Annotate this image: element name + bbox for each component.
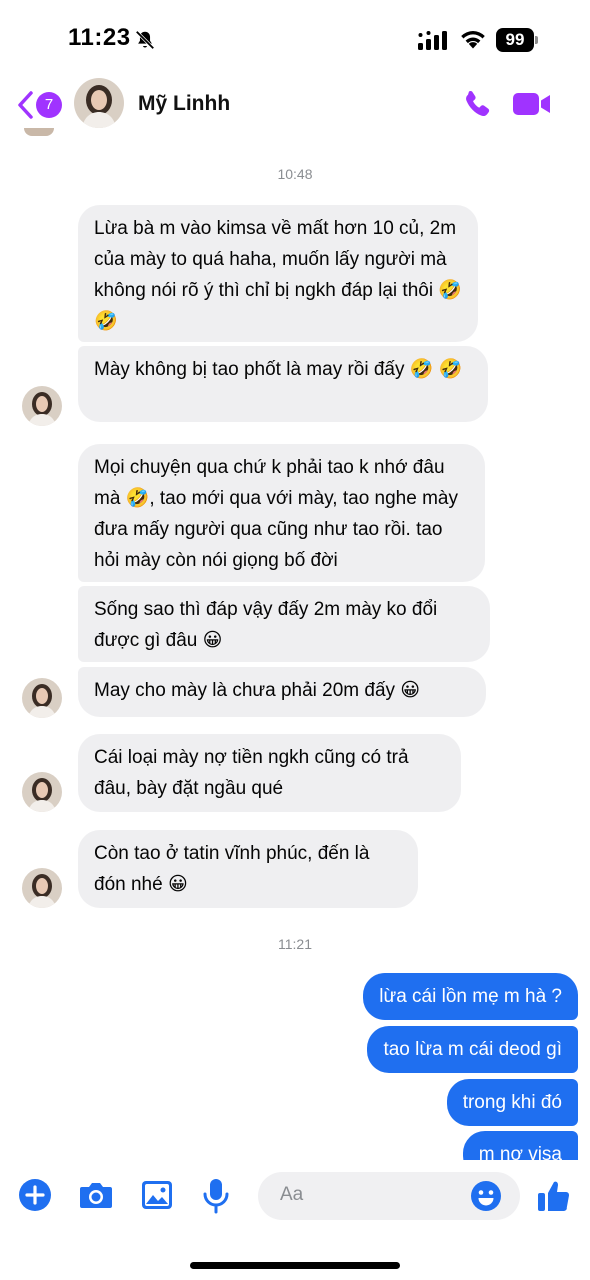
message-composer: Aa (0, 1160, 590, 1280)
signal-icon (418, 31, 447, 50)
bell-slash-icon (135, 30, 155, 50)
message-field[interactable]: Aa (258, 1172, 520, 1220)
phone-icon[interactable] (462, 88, 494, 120)
battery-cap (535, 36, 538, 44)
video-icon[interactable] (512, 90, 552, 118)
camera-icon[interactable] (78, 1178, 114, 1212)
previous-avatar-fragment (24, 128, 54, 136)
outgoing-message[interactable]: trong khi đó (446, 1079, 578, 1126)
sender-avatar[interactable] (22, 772, 62, 812)
sender-avatar[interactable] (22, 678, 62, 718)
incoming-message[interactable]: Sống sao thì đáp vậy đấy 2m mày ko đổi đ… (78, 586, 490, 662)
incoming-message[interactable]: Lừa bà m vào kimsa về mất hơn 10 củ, 2m … (78, 205, 478, 342)
message-input[interactable]: Aa (280, 1184, 303, 1206)
plus-icon[interactable] (18, 1178, 52, 1212)
incoming-message[interactable]: Mày không bị tao phốt là may rồi đấy 🤣 🤣 (78, 346, 488, 422)
battery-indicator: 99 (496, 28, 538, 52)
incoming-message[interactable]: Cái loại mày nợ tiền ngkh cũng có trả đâ… (78, 734, 461, 812)
contact-name[interactable]: Mỹ Linhh (138, 92, 230, 116)
incoming-message[interactable]: Còn tao ở tatin vĩnh phúc, đến là đón nh… (78, 830, 418, 908)
wifi-icon (461, 31, 485, 49)
timestamp: 11:21 (278, 936, 312, 952)
incoming-message[interactable]: Mọi chuyện qua chứ k phải tao k nhớ đâu … (78, 444, 485, 582)
gallery-icon[interactable] (140, 1178, 174, 1212)
battery-level: 99 (496, 28, 534, 52)
back-chevron-icon[interactable] (16, 90, 34, 120)
mic-icon[interactable] (202, 1178, 230, 1214)
sender-avatar[interactable] (22, 868, 62, 908)
home-indicator (190, 1262, 400, 1269)
chat-header: 7 Mỹ Linhh (0, 70, 590, 140)
avatar-photo-icon (22, 678, 62, 718)
emoji-icon[interactable] (470, 1180, 502, 1212)
outgoing-message[interactable]: lừa cái lồn mẹ m hà ? (363, 973, 578, 1020)
status-time: 11:23 (68, 24, 131, 51)
avatar-photo-icon (22, 772, 62, 812)
avatar-photo-icon (22, 386, 62, 426)
avatar-photo-icon (22, 868, 62, 908)
unread-count-badge[interactable]: 7 (36, 92, 62, 118)
sender-avatar[interactable] (22, 386, 62, 426)
timestamp: 10:48 (277, 166, 313, 182)
status-bar: 11:23 99 (0, 0, 590, 70)
outgoing-message[interactable]: tao lừa m cái deod gì (367, 1026, 578, 1073)
incoming-message[interactable]: May cho mày là chưa phải 20m đấy 😀 (78, 667, 486, 717)
contact-avatar[interactable] (74, 78, 124, 128)
like-icon[interactable] (536, 1178, 572, 1214)
avatar-photo-icon (74, 78, 124, 128)
